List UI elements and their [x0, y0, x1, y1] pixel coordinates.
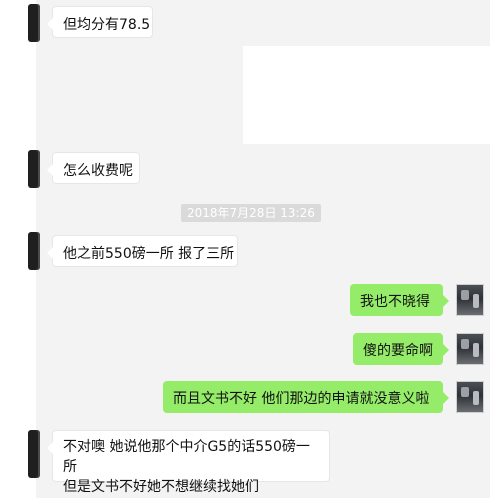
incoming-message[interactable]: 但均分有78.5 — [47, 6, 153, 38]
message-text-line-1: 不对噢 她说他那个中介G5的话550磅一所 — [63, 439, 310, 475]
contact-avatar[interactable] — [28, 4, 40, 42]
outgoing-message[interactable]: 我也不晓得 — [350, 284, 449, 316]
user-avatar[interactable] — [456, 333, 484, 365]
contact-avatar[interactable] — [28, 232, 40, 270]
timestamp-badge: 2018年7月28日 13:26 — [181, 204, 321, 222]
outgoing-message[interactable]: 傻的要命啊 — [353, 333, 449, 365]
contact-avatar[interactable] — [28, 430, 40, 478]
message-text: 我也不晓得 — [360, 294, 430, 310]
message-text: 他之前550磅一所 报了三所 — [63, 246, 235, 262]
chat-window: 但均分有78.5 怎么收费呢 2018年7月28日 13:26 他之前550磅一… — [0, 0, 490, 498]
incoming-message[interactable]: 他之前550磅一所 报了三所 — [47, 235, 238, 267]
user-avatar[interactable] — [456, 381, 484, 413]
outgoing-message[interactable]: 而且文书不好 他们那边的申请就没意义啦 — [163, 381, 449, 413]
message-text-line-2: 但是文书不好她不想继续找她们 — [63, 479, 259, 495]
message-text: 怎么收费呢 — [63, 163, 133, 179]
message-text: 傻的要命啊 — [363, 343, 433, 359]
incoming-message[interactable]: 不对噢 她说他那个中介G5的话550磅一所 但是文书不好她不想继续找她们 — [47, 430, 330, 495]
contact-avatar[interactable] — [28, 150, 40, 188]
user-avatar[interactable] — [456, 284, 484, 316]
incoming-message[interactable]: 怎么收费呢 — [47, 152, 140, 184]
message-text: 而且文书不好 他们那边的申请就没意义啦 — [173, 391, 430, 407]
message-text: 但均分有78.5 — [63, 17, 151, 33]
image-message[interactable] — [243, 46, 490, 144]
